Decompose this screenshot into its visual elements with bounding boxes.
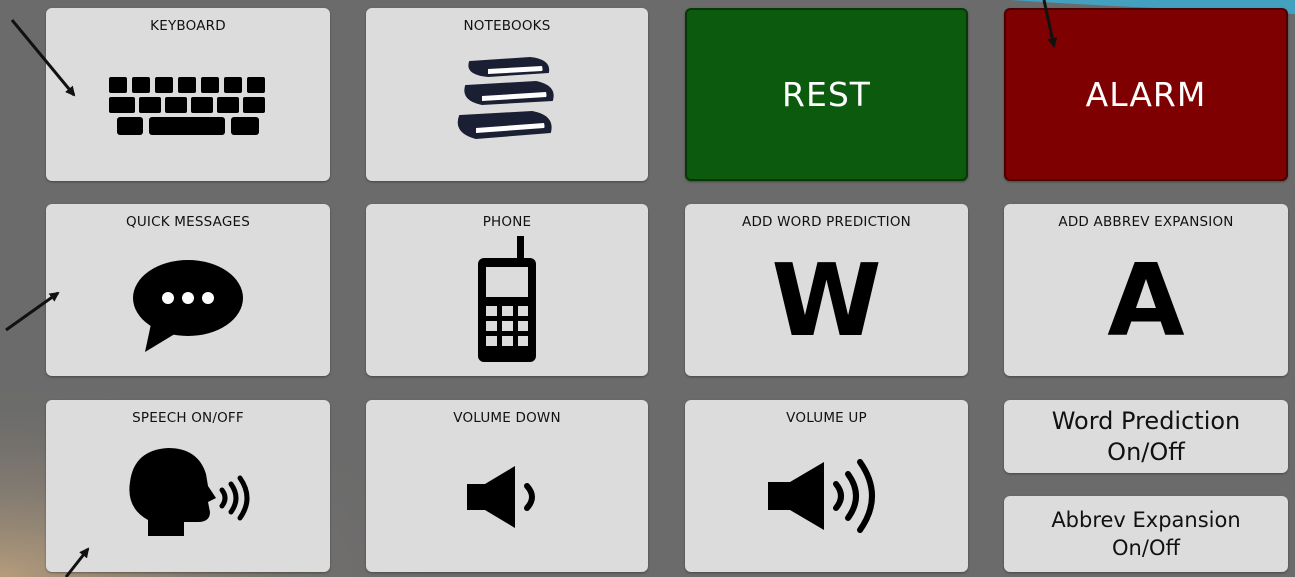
add-word-prediction-label: ADD WORD PREDICTION [742,214,911,230]
abbrev-expansion-toggle-button[interactable]: Abbrev Expansion On/Off [1004,496,1288,572]
volume-up-label: VOLUME UP [786,410,867,426]
add-word-prediction-button[interactable]: ADD WORD PREDICTION W [685,204,968,376]
alarm-label: ALARM [1085,75,1207,114]
word-prediction-toggle-label: Word Prediction On/Off [1052,406,1241,468]
keyboard-label: KEYBOARD [150,18,226,34]
add-abbrev-expansion-label: ADD ABBREV EXPANSION [1058,214,1234,230]
quick-messages-button[interactable]: QUICK MESSAGES [46,204,330,376]
volume-down-button[interactable]: VOLUME DOWN [366,400,648,572]
keyboard-icon [109,77,265,135]
abbrev-expansion-letter: A [1107,242,1185,359]
rest-label: REST [782,75,871,114]
volume-up-button[interactable]: VOLUME UP [685,400,968,572]
add-abbrev-expansion-button[interactable]: ADD ABBREV EXPANSION A [1004,204,1288,376]
volume-down-label: VOLUME DOWN [453,410,561,426]
cell-phone-icon [478,236,536,362]
word-prediction-toggle-button[interactable]: Word Prediction On/Off [1004,400,1288,473]
abbrev-expansion-toggle-line1: Abbrev Expansion [1051,508,1241,532]
books-icon [457,56,554,140]
speaker-low-icon [467,466,535,528]
word-prediction-toggle-line1: Word Prediction [1051,406,1241,435]
phone-label: PHONE [482,214,532,230]
speech-on-off-label: SPEECH ON/OFF [132,410,244,426]
alarm-button[interactable]: ALARM [1004,8,1288,181]
notebooks-label: NOTEBOOKS [463,18,551,34]
quick-messages-label: QUICK MESSAGES [126,214,250,230]
phone-button[interactable]: PHONE [366,204,648,376]
keyboard-button[interactable]: KEYBOARD [46,8,330,181]
speaker-high-icon [767,459,875,533]
abbrev-expansion-toggle-label: Abbrev Expansion On/Off [1051,506,1240,562]
speech-on-off-button[interactable]: SPEECH ON/OFF [46,400,330,572]
speech-bubble-icon [133,260,243,352]
abbrev-expansion-toggle-line2: On/Off [1112,536,1180,560]
notebooks-button[interactable]: NOTEBOOKS [366,8,648,181]
speaking-head-icon [129,448,250,536]
word-prediction-toggle-line2: On/Off [1107,437,1185,466]
rest-button[interactable]: REST [685,8,968,181]
word-prediction-letter: W [771,242,882,359]
